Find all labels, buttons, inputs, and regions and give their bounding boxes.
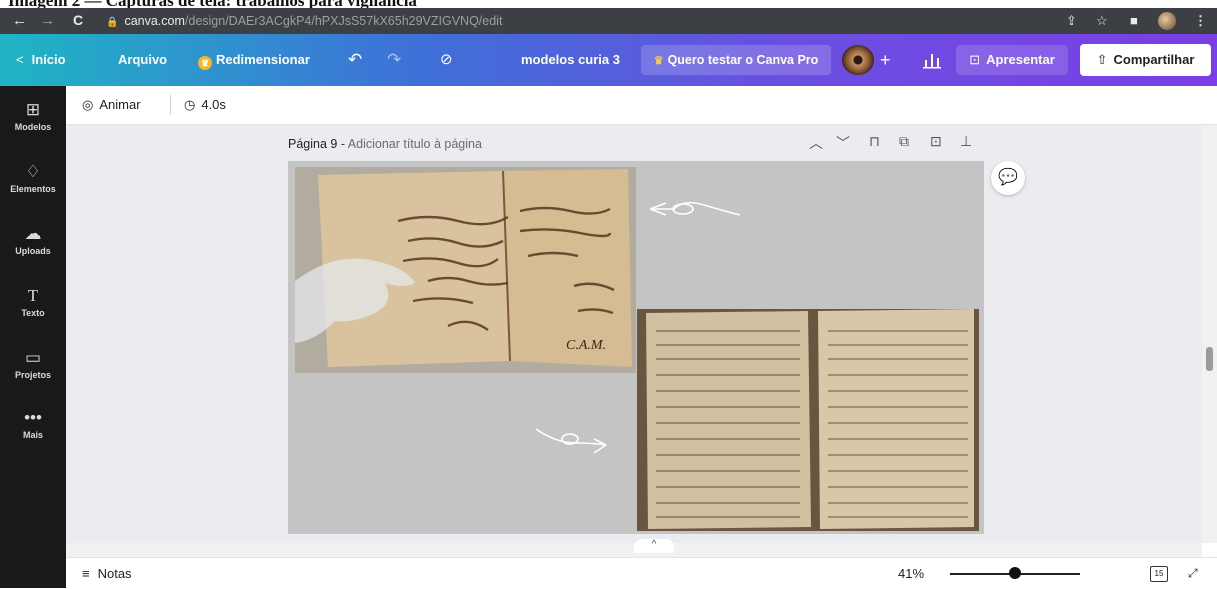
crown-icon: ♛ [653, 55, 664, 67]
reload-icon[interactable]: C [73, 12, 83, 28]
resize-label: Redimensionar [216, 52, 310, 67]
animate-button[interactable]: ◎ Animar [82, 86, 141, 124]
duplicate-icon[interactable]: ⧉ [899, 133, 909, 150]
page-count-badge[interactable]: 15 [1150, 566, 1168, 582]
share-button[interactable]: ⇧ Compartilhar [1080, 44, 1211, 76]
chevron-up-icon[interactable]: ︿ [809, 133, 823, 153]
chevron-left-icon: < [16, 52, 24, 67]
sidebar-item-label: Modelos [14, 122, 52, 132]
home-button[interactable]: < Início [16, 34, 66, 86]
sidebar-item-texto[interactable]: T Texto [0, 286, 66, 318]
design-page[interactable]: C.A.M. [288, 161, 984, 534]
page-title: Página 9 [288, 137, 338, 151]
url-path: /design/DAEr3ACgkP4/hPXJsS57kX65h29VZIGV… [184, 14, 503, 28]
chevron-down-icon[interactable]: ﹀ [836, 133, 850, 153]
collapse-footer-icon[interactable]: ^ [634, 539, 674, 553]
add-collaborator-icon[interactable]: + [880, 50, 891, 71]
page-header: Página 9 - Adicionar título à página [288, 137, 482, 151]
notes-icon: ≡ [82, 566, 90, 581]
arrow-right-icon[interactable]: → [40, 12, 55, 29]
vertical-scrollbar[interactable] [1202, 125, 1217, 543]
arrow-doodle-bottom[interactable] [535, 428, 607, 454]
notes-label: Notas [97, 566, 132, 581]
trash-icon[interactable]: ⊡ [930, 133, 942, 150]
redo-icon[interactable]: ↷ [387, 34, 401, 86]
photo-manuscript-pages[interactable] [637, 309, 979, 531]
duration-button[interactable]: ◷ 4.0s [184, 86, 226, 124]
sidebar-item-uploads[interactable]: ☁ Uploads [0, 224, 66, 256]
file-menu-button[interactable]: Arquivo [118, 34, 167, 86]
notes-button[interactable]: ≡ Notas [82, 558, 132, 589]
address-bar[interactable]: 🔒 canva.com/design/DAEr3ACgkP4/hPXJsS57kX… [106, 11, 1206, 31]
horizontal-scrollbar[interactable]: ^ [66, 539, 1202, 557]
menu-kebab-icon[interactable]: ⋮ [1194, 13, 1207, 29]
sidebar-item-projetos[interactable]: ▭ Projetos [0, 348, 66, 380]
zoom-slider-knob[interactable] [1009, 567, 1021, 579]
add-comment-icon[interactable]: 💬 [991, 161, 1025, 195]
share-upload-icon: ⇧ [1096, 52, 1108, 67]
zoom-percentage[interactable]: 41% [898, 558, 924, 589]
user-avatar[interactable] [842, 45, 874, 75]
tab-window-icon[interactable]: ■ [1130, 13, 1138, 28]
photo-manuscript-hand[interactable]: C.A.M. [295, 167, 636, 373]
handwritten-initials: C.A.M. [566, 338, 606, 353]
cloud-saved-icon[interactable]: ⊘ [440, 34, 453, 86]
fullscreen-icon[interactable]: ⤢ [1188, 558, 1198, 589]
sidebar-item-label: Elementos [10, 184, 56, 194]
page-content: C.A.M. [295, 167, 979, 531]
scroll-thumb[interactable] [1206, 347, 1213, 371]
divider [170, 95, 171, 115]
sidebar-item-label: Texto [21, 308, 45, 318]
sidebar-item-label: Mais [22, 430, 43, 440]
more-dots-icon: ••• [24, 408, 42, 427]
text-icon: T [27, 286, 39, 305]
resize-button[interactable]: ♛ Redimensionar [198, 34, 310, 86]
animate-icon: ◎ [82, 97, 94, 112]
sidebar-item-elementos[interactable]: ♢ Elementos [0, 162, 66, 194]
animate-label: Animar [99, 97, 141, 112]
url-host: canva.com [124, 14, 185, 28]
present-label: Apresentar [986, 52, 1055, 67]
share-label: Compartilhar [1113, 52, 1195, 67]
share-page-icon[interactable]: ⇪ [1066, 13, 1077, 29]
profile-avatar[interactable] [1158, 12, 1176, 30]
try-pro-button[interactable]: ♛ Quero testar o Canva Pro [641, 45, 831, 75]
add-page-icon[interactable]: ⊥ [960, 133, 972, 150]
folder-icon: ▭ [24, 348, 42, 367]
undo-icon[interactable]: ↶ [348, 34, 362, 86]
caption-text: Imagem 2 — Capturas de tela: trabalhos p… [8, 0, 417, 8]
sidebar-item-modelos[interactable]: ⊞ Modelos [0, 100, 66, 132]
browser-chrome: ← → C 🔒 canva.com/design/DAEr3ACgkP4/hPXJ… [0, 8, 1217, 34]
sidebar-item-mais[interactable]: ••• Mais [0, 408, 66, 440]
present-icon: ⊡ [969, 52, 981, 67]
pro-label: Quero testar o Canva Pro [667, 53, 819, 67]
sidebar: ⊞ Modelos ♢ Elementos ☁ Uploads T Texto ▭ Pro… [0, 86, 66, 588]
present-button[interactable]: ⊡ Apresentar [956, 45, 1068, 75]
canvas-area: Página 9 - Adicionar título à página ︿ ﹀… [66, 125, 1202, 543]
upload-cloud-icon: ☁ [24, 224, 42, 243]
document-caption: Imagem 2 — Capturas de tela: trabalhos p… [0, 0, 1217, 8]
arrow-left-icon[interactable]: ← [12, 12, 27, 29]
sidebar-item-label: Projetos [14, 370, 51, 380]
design-title[interactable]: modelos curia 3 [521, 34, 620, 86]
templates-icon: ⊞ [25, 100, 41, 119]
secondary-toolbar: ◎ Animar ◷ 4.0s [66, 86, 1217, 125]
clock-icon: ◷ [184, 97, 196, 112]
arrow-doodle-top[interactable] [649, 201, 741, 216]
duration-label: 4.0s [201, 97, 226, 112]
page-title-input[interactable]: Adicionar título à página [348, 137, 482, 151]
sidebar-item-label: Uploads [15, 246, 51, 256]
editor-toolbar: < Início Arquivo ♛ Redimensionar ↶ ↷ ⊘ mod… [0, 34, 1217, 86]
bookmark-star-icon[interactable]: ☆ [1096, 13, 1108, 29]
insights-chart-icon[interactable] [922, 48, 942, 70]
lock-icon: 🔒 [106, 17, 119, 28]
crown-icon: ♛ [198, 56, 212, 70]
home-label: Início [31, 52, 66, 67]
lock-icon[interactable]: ⊓ [869, 133, 880, 150]
footer-bar: ≡ Notas 41% 15 ⤢ [66, 557, 1217, 589]
elements-icon: ♢ [25, 162, 41, 181]
